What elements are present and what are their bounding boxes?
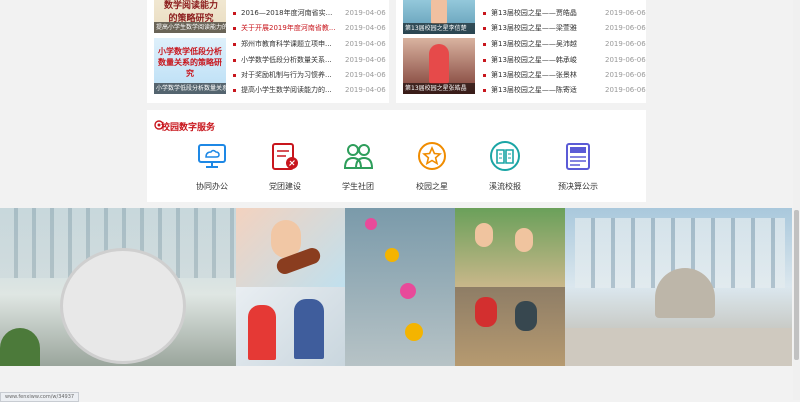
thumb-caption: 第13届校园之星李信楚 — [403, 23, 475, 34]
bullet-icon — [483, 59, 486, 62]
student-photo — [431, 0, 447, 24]
scrollbar-thumb[interactable] — [794, 210, 799, 360]
service-school-paper[interactable]: 溪流校报 — [470, 140, 540, 192]
bullet-icon — [233, 12, 236, 15]
services-title: 校园数字服务 — [161, 123, 216, 133]
news-item[interactable]: 郑州市教育科学课题立项申... 2019-04-06 — [233, 37, 386, 52]
bullet-icon — [233, 74, 236, 77]
news-thumb-1[interactable]: 数学阅读能力的策略研究 提高小学生数学阅读能力的策略研究 — [154, 0, 226, 33]
star-circle-icon — [418, 142, 446, 170]
news-item[interactable]: 第13届校园之星——吴沛越 2019-06-06 — [483, 37, 646, 52]
news-item[interactable]: 提高小学生数学阅读能力的... 2019-04-06 — [233, 83, 386, 98]
photo-violin — [236, 208, 345, 287]
service-student-clubs[interactable]: 学生社团 — [323, 140, 393, 192]
bullet-icon — [233, 89, 236, 92]
services-card: 校园数字服务 协同办公 党团建设 学生社团 校园之星 溪流校报 预决算公示 — [147, 110, 646, 202]
service-party-building[interactable]: 党团建设 — [250, 140, 320, 192]
bullet-icon — [233, 27, 236, 30]
star-thumb-2[interactable]: 第13届校园之星张皓晶 — [403, 38, 475, 94]
cloud-monitor-icon — [198, 144, 226, 168]
news-item[interactable]: 对于奖励机制与行为习惯养... 2019-04-06 — [233, 68, 386, 83]
bullet-icon — [483, 12, 486, 15]
photo-sundial — [0, 208, 236, 366]
photo-campus-garden — [565, 208, 792, 366]
page-scrollbar[interactable] — [793, 0, 800, 400]
service-collab-office[interactable]: 协同办公 — [177, 140, 247, 192]
bullet-icon — [483, 74, 486, 77]
news-item[interactable]: 第13届校园之星——陈寄适 2019-06-06 — [483, 83, 646, 98]
browser-status-bar: www.fenxiww.com/w/34937 — [0, 392, 80, 402]
bullet-icon — [483, 89, 486, 92]
party-flag-icon — [272, 143, 298, 170]
news-card-right: 第13届校园之星李信楚 第13届校园之星张皓晶 第13届校园之星——贾皓晶 20… — [396, 0, 646, 103]
student-photo — [429, 44, 449, 84]
news-item[interactable]: 第13届校园之星——韩承峻 2019-06-06 — [483, 53, 646, 68]
news-item[interactable]: 关于开展2019年度河南省教... 2019-04-06 — [233, 21, 386, 36]
news-item[interactable]: 第13届校园之星——贾皓晶 2019-06-06 — [483, 6, 646, 21]
news-item[interactable]: 小学数学低段分析数量关系... 2019-04-06 — [233, 53, 386, 68]
service-budget-disclosure[interactable]: 预决算公示 — [543, 140, 613, 192]
news-item[interactable]: 第13届校园之星——梁萱雅 2019-06-06 — [483, 21, 646, 36]
photo-planting — [455, 208, 565, 287]
photo-umbrellas — [345, 208, 455, 366]
thumb-caption: 小学数学低段分析数量关系的策略研究 — [154, 83, 226, 94]
thumb-overlay-text: 小学数学低段分析数量关系的策略研究 — [158, 47, 222, 78]
news-item[interactable]: 2016—2018年度河南省实... 2019-04-06 — [233, 6, 386, 21]
bullet-icon — [233, 43, 236, 46]
open-book-icon — [490, 141, 520, 171]
bullet-icon — [233, 59, 236, 62]
thumb-caption: 提高小学生数学阅读能力的策略研究 — [154, 22, 226, 33]
thumb-caption: 第13届校园之星张皓晶 — [403, 83, 475, 94]
bullet-icon — [483, 43, 486, 46]
news-thumb-2[interactable]: 小学数学低段分析数量关系的策略研究 小学数学低段分析数量关系的策略研究 — [154, 38, 226, 94]
news-card-left: 数学阅读能力的策略研究 提高小学生数学阅读能力的策略研究 小学数学低段分析数量关… — [147, 0, 389, 103]
people-icon — [343, 144, 374, 169]
bullet-icon — [483, 27, 486, 30]
star-thumb-1[interactable]: 第13届校园之星李信楚 — [403, 0, 475, 34]
news-item[interactable]: 第13届校园之星——张景林 2019-06-06 — [483, 68, 646, 83]
service-campus-star[interactable]: 校园之星 — [397, 140, 467, 192]
newspaper-icon — [566, 143, 590, 170]
photo-reading — [236, 287, 345, 366]
photo-gardening — [455, 287, 565, 366]
